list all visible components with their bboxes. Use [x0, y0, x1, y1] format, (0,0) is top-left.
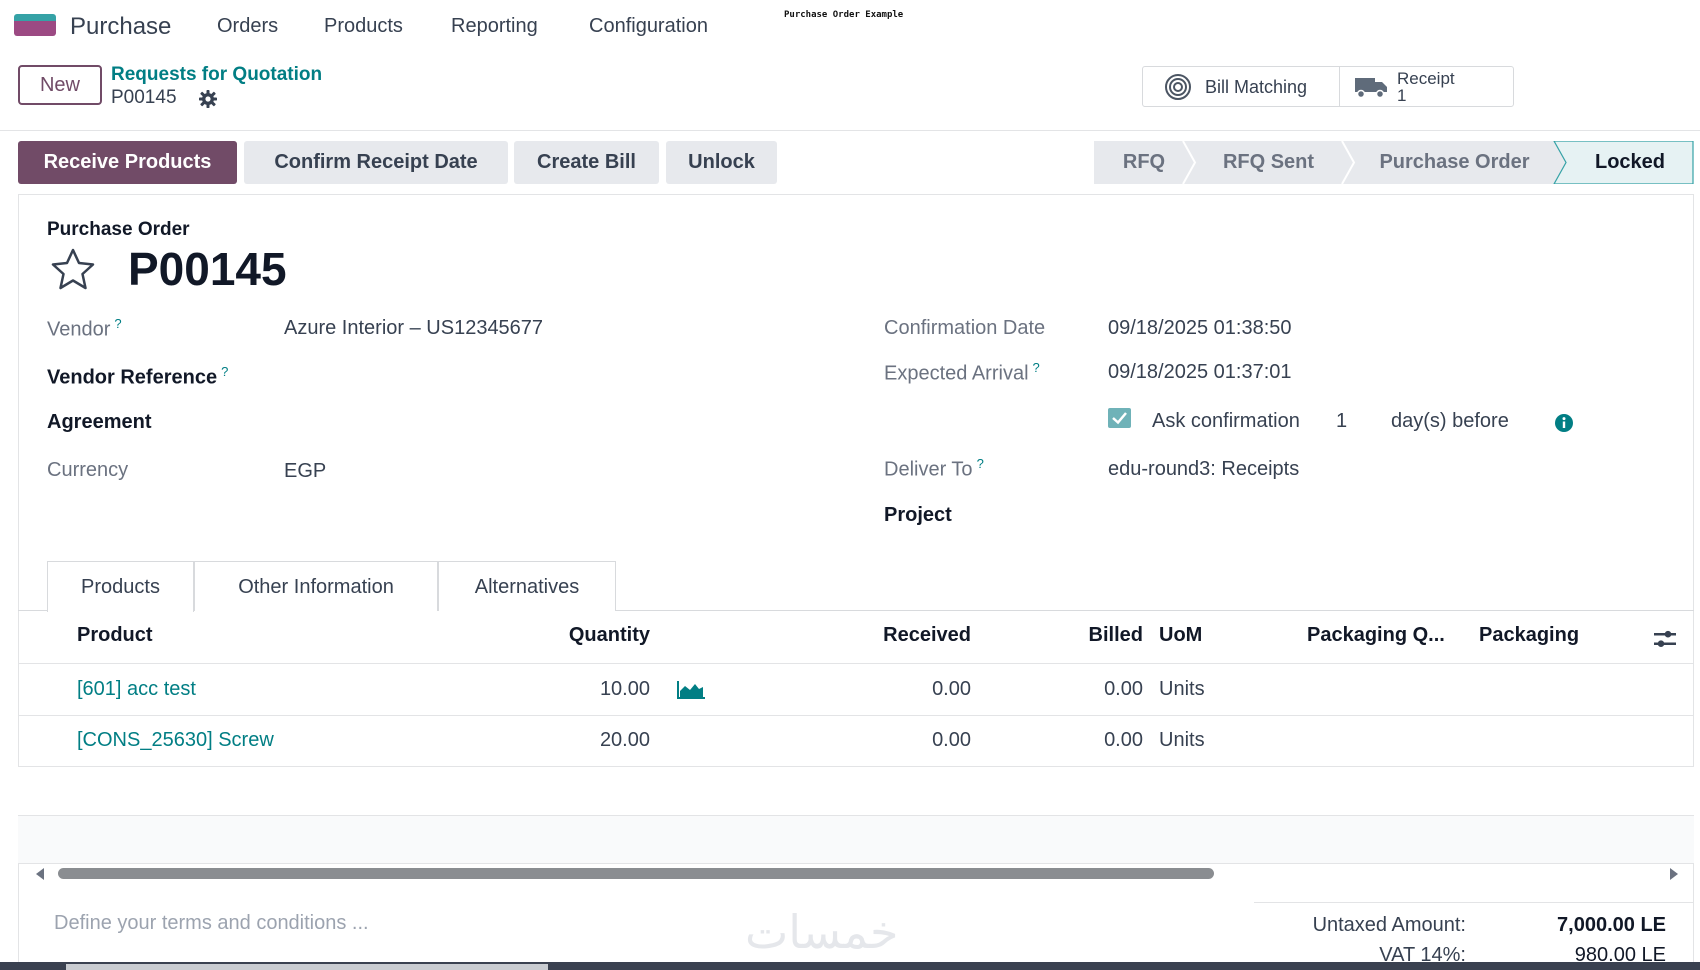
ask-confirmation-checkbox[interactable] — [1108, 408, 1131, 428]
menu-reporting[interactable]: Reporting — [451, 15, 538, 38]
expected-arrival-label: Expected Arrival? — [884, 360, 1040, 385]
smart-buttons-divider — [1339, 66, 1340, 107]
menu-orders[interactable]: Orders — [217, 15, 278, 38]
table-row-product[interactable]: [601] acc test — [77, 678, 196, 701]
page-title: P00145 — [128, 243, 287, 295]
column-header-quantity[interactable]: Quantity — [500, 624, 650, 647]
table-row-billed: 0.00 — [1104, 729, 1143, 751]
reminder-days-input[interactable]: 1 — [1336, 410, 1347, 433]
tab-products[interactable]: Products — [47, 561, 194, 612]
stage-locked[interactable]: Locked — [1566, 141, 1694, 184]
empty-row — [18, 767, 1694, 815]
confirm-receipt-date-button[interactable]: Confirm Receipt Date — [244, 141, 508, 184]
vendor-reference-help-icon[interactable]: ? — [221, 364, 228, 379]
table-row-quantity[interactable]: 10.00 — [500, 678, 650, 701]
app-name[interactable]: Purchase — [70, 13, 171, 41]
untaxed-amount-value: 7,000.00 LE — [1557, 914, 1666, 936]
terms-conditions-input[interactable]: Define your terms and conditions ... — [54, 912, 369, 935]
table-row-uom[interactable]: Units — [1159, 678, 1205, 701]
stage-purchase-order[interactable]: Purchase Order — [1352, 141, 1557, 184]
currency-label: Currency — [47, 459, 129, 481]
table-row-billed: 0.00 — [1104, 678, 1143, 700]
truck-icon[interactable] — [1354, 75, 1388, 99]
watermark-logo: خمسات — [745, 905, 899, 959]
page-caption: Purchase Order Example — [784, 10, 904, 20]
form-subtitle: Purchase Order — [47, 219, 190, 240]
target-icon[interactable] — [1163, 74, 1193, 100]
receipt-label: Receipt — [1397, 69, 1455, 88]
confirmation-date-label: Confirmation Date — [884, 317, 1046, 339]
receipt-count: 1 — [1397, 86, 1407, 105]
forecast-chart-icon[interactable] — [677, 680, 706, 700]
column-header-billed[interactable]: Billed — [1000, 624, 1143, 647]
smart-buttons-box — [1142, 66, 1514, 107]
receipt-smart-button[interactable]: Receipt 1 — [1397, 70, 1455, 104]
table-row-quantity[interactable]: 20.00 — [500, 729, 650, 752]
scroll-left-icon[interactable] — [34, 867, 46, 881]
info-icon[interactable] — [1554, 413, 1574, 433]
vendor-label: Vendor? — [47, 316, 122, 341]
menu-products[interactable]: Products — [324, 15, 403, 38]
project-label: Project — [884, 504, 952, 526]
column-header-packaging[interactable]: Packaging — [1479, 624, 1579, 647]
table-row-product[interactable]: [CONS_25630] Screw — [77, 729, 274, 752]
days-before-label: day(s) before — [1391, 410, 1509, 432]
table-row-uom[interactable]: Units — [1159, 729, 1205, 752]
menu-configuration[interactable]: Configuration — [589, 15, 708, 38]
tab-other-information[interactable]: Other Information — [194, 561, 438, 611]
empty-row — [18, 816, 1694, 864]
expected-arrival-field[interactable]: 09/18/2025 01:37:01 — [1108, 361, 1292, 384]
column-header-packaging-qty[interactable]: Packaging Q... — [1307, 624, 1445, 647]
vendor-reference-label: Vendor Reference? — [47, 364, 229, 389]
vendor-field[interactable]: Azure Interior – US12345677 — [284, 317, 543, 340]
totals-divider — [1254, 902, 1694, 903]
receive-products-button[interactable]: Receive Products — [18, 141, 237, 184]
bill-matching-button[interactable]: Bill Matching — [1205, 77, 1307, 98]
new-button[interactable]: New — [18, 65, 102, 105]
star-icon[interactable] — [46, 247, 102, 291]
ask-confirmation-label: Ask confirmation — [1152, 410, 1300, 432]
record-name: P00145 — [111, 87, 177, 108]
header-divider — [0, 130, 1700, 131]
column-header-uom[interactable]: UoM — [1159, 624, 1202, 647]
stage-rfq-sent[interactable]: RFQ Sent — [1195, 141, 1342, 184]
check-icon — [1112, 412, 1127, 425]
confirmation-date-field[interactable]: 09/18/2025 01:38:50 — [1108, 317, 1292, 340]
app-logo-icon[interactable] — [14, 14, 56, 36]
currency-field[interactable]: EGP — [284, 460, 326, 483]
vendor-help-icon[interactable]: ? — [114, 316, 121, 331]
create-bill-button[interactable]: Create Bill — [514, 141, 659, 184]
deliver-to-field[interactable]: edu-round3: Receipts — [1108, 458, 1299, 481]
bottom-scroll-indicator — [66, 964, 548, 970]
column-settings-icon[interactable] — [1653, 628, 1677, 650]
table-row-received: 0.00 — [932, 678, 971, 700]
stage-rfq[interactable]: RFQ — [1094, 141, 1194, 184]
expected-arrival-help-icon[interactable]: ? — [1033, 360, 1040, 375]
deliver-to-label: Deliver To? — [884, 456, 984, 481]
agreement-label: Agreement — [47, 411, 152, 433]
column-header-product[interactable]: Product — [77, 624, 153, 647]
tab-alternatives[interactable]: Alternatives — [438, 561, 616, 611]
table-row-divider — [18, 863, 1694, 864]
unlock-button[interactable]: Unlock — [666, 141, 777, 184]
table-row-received: 0.00 — [932, 729, 971, 751]
untaxed-amount-label: Untaxed Amount: — [1312, 914, 1466, 936]
gear-icon[interactable] — [198, 89, 218, 109]
deliver-to-help-icon[interactable]: ? — [977, 456, 984, 471]
scroll-right-icon[interactable] — [1668, 867, 1680, 881]
column-header-received[interactable]: Received — [800, 624, 971, 647]
breadcrumb[interactable]: Requests for Quotation — [111, 64, 322, 86]
table-row-divider — [18, 715, 1694, 716]
table-header-divider — [18, 663, 1694, 664]
horizontal-scrollbar[interactable] — [58, 868, 1214, 879]
